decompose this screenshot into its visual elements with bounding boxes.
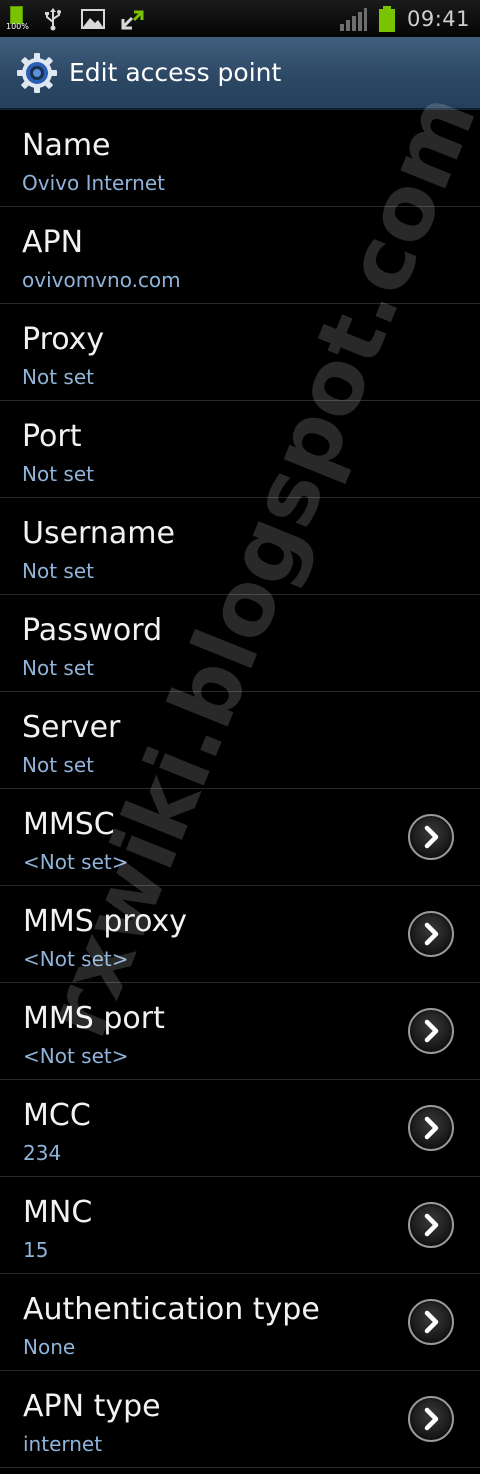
setting-title: MMS proxy bbox=[23, 904, 188, 939]
setting-proxy[interactable]: Proxy Not set bbox=[0, 304, 480, 401]
setting-value: Not set bbox=[22, 753, 94, 777]
sync-icon bbox=[121, 10, 144, 29]
battery-small-label: 100% bbox=[6, 21, 29, 31]
setting-value: ovivomvno.com bbox=[22, 268, 181, 292]
chevron-right-icon[interactable] bbox=[408, 1299, 454, 1345]
setting-value: None bbox=[23, 1335, 76, 1359]
setting-value: <Not set> bbox=[23, 850, 129, 874]
chevron-right-icon[interactable] bbox=[408, 1008, 454, 1054]
setting-mmsc[interactable]: MMSC <Not set> bbox=[0, 789, 480, 886]
setting-password[interactable]: Password Not set bbox=[0, 595, 480, 692]
setting-port[interactable]: Port Not set bbox=[0, 401, 480, 498]
setting-apn[interactable]: APN ovivomvno.com bbox=[0, 207, 480, 304]
setting-value: 15 bbox=[23, 1238, 49, 1262]
chevron-right-icon[interactable] bbox=[408, 911, 454, 957]
image-icon bbox=[81, 8, 105, 29]
setting-title: Name bbox=[22, 128, 111, 163]
setting-value: Not set bbox=[22, 462, 94, 486]
setting-value: <Not set> bbox=[23, 947, 129, 971]
setting-value: Not set bbox=[22, 656, 94, 680]
setting-name[interactable]: Name Ovivo Internet bbox=[0, 110, 480, 207]
chevron-right-icon[interactable] bbox=[408, 814, 454, 860]
setting-authentication-type[interactable]: Authentication type None bbox=[0, 1274, 480, 1371]
setting-mms-proxy[interactable]: MMS proxy <Not set> bbox=[0, 886, 480, 983]
chevron-right-icon[interactable] bbox=[408, 1396, 454, 1442]
setting-mnc[interactable]: MNC 15 bbox=[0, 1177, 480, 1274]
setting-username[interactable]: Username Not set bbox=[0, 498, 480, 595]
setting-server[interactable]: Server Not set bbox=[0, 692, 480, 789]
apn-settings-list: Name Ovivo Internet APN ovivomvno.com Pr… bbox=[0, 110, 480, 1468]
setting-title: Password bbox=[22, 613, 163, 648]
status-icons-right: 09:41 bbox=[339, 0, 470, 37]
clock: 09:41 bbox=[406, 6, 470, 31]
setting-title: MMSC bbox=[23, 807, 115, 842]
setting-value: 234 bbox=[23, 1141, 62, 1165]
setting-apn-type[interactable]: APN type internet bbox=[0, 1371, 480, 1468]
setting-title: Username bbox=[22, 516, 175, 551]
setting-value: Not set bbox=[22, 559, 94, 583]
gear-icon bbox=[17, 52, 57, 93]
setting-value: Not set bbox=[22, 365, 94, 389]
setting-title: MCC bbox=[23, 1098, 91, 1133]
setting-title: Proxy bbox=[22, 322, 105, 357]
setting-title: APN bbox=[22, 225, 84, 260]
setting-value: Ovivo Internet bbox=[22, 171, 165, 195]
usb-icon bbox=[45, 7, 61, 30]
signal-icon bbox=[339, 7, 367, 31]
setting-mcc[interactable]: MCC 234 bbox=[0, 1080, 480, 1177]
battery-small-icon: 100% bbox=[6, 5, 29, 32]
setting-mms-port[interactable]: MMS port <Not set> bbox=[0, 983, 480, 1080]
setting-value: <Not set> bbox=[23, 1044, 129, 1068]
setting-title: Port bbox=[22, 419, 82, 454]
setting-title: Server bbox=[22, 710, 121, 745]
status-bar: 100% 09:41 bbox=[0, 0, 480, 37]
chevron-right-icon[interactable] bbox=[408, 1202, 454, 1248]
setting-value: internet bbox=[23, 1432, 103, 1456]
setting-title: MNC bbox=[23, 1195, 93, 1230]
setting-title: APN type bbox=[23, 1389, 161, 1424]
setting-title: Authentication type bbox=[23, 1292, 320, 1327]
chevron-right-icon[interactable] bbox=[408, 1105, 454, 1151]
setting-title: MMS port bbox=[23, 1001, 165, 1036]
battery-icon bbox=[378, 5, 395, 32]
action-bar: Edit access point bbox=[0, 37, 480, 110]
page-title: Edit access point bbox=[69, 58, 282, 87]
status-icons-left: 100% bbox=[6, 0, 146, 37]
